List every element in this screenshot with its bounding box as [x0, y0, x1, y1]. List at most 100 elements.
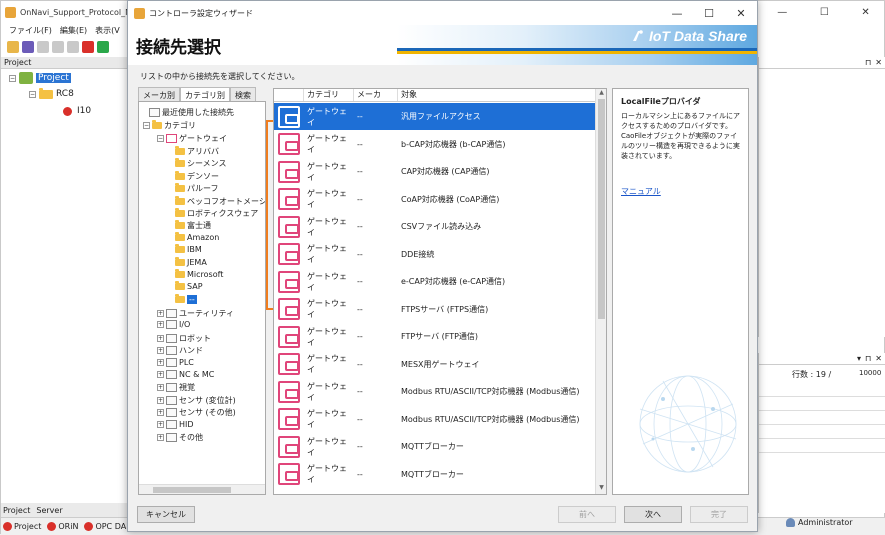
column-category[interactable]: カテゴリ	[304, 89, 354, 101]
open-folder-icon[interactable]	[7, 41, 19, 53]
expand-icon[interactable]: +	[157, 420, 164, 428]
close-icon[interactable]: ✕	[725, 1, 757, 25]
expand-icon[interactable]: +	[157, 321, 164, 329]
expand-icon[interactable]: +	[157, 396, 164, 404]
minimize-icon[interactable]: —	[661, 1, 693, 25]
cell-category: ゲートウェイ	[307, 464, 347, 484]
collapse-icon[interactable]: −	[29, 90, 36, 98]
copy-icon[interactable]	[37, 41, 49, 53]
tree-gateway-maker[interactable]: JEMA	[175, 256, 207, 267]
list-row[interactable]: ゲートウェイ -- MQTTブローカー	[274, 433, 596, 460]
expand-icon[interactable]: +	[157, 358, 164, 366]
maximize-icon[interactable]: ☐	[820, 7, 829, 18]
paste-icon[interactable]	[52, 41, 64, 53]
category-icon	[166, 320, 177, 330]
next-button[interactable]: 次へ	[624, 506, 682, 523]
tree-gateway-maker[interactable]: IBM	[175, 244, 202, 254]
delete-icon[interactable]	[67, 41, 79, 53]
minimize-icon[interactable]: —	[777, 7, 787, 18]
horizontal-scrollbar[interactable]	[139, 484, 265, 494]
list-row[interactable]: ゲートウェイ -- FTPSサーバ (FTPS通信)	[274, 296, 596, 323]
cell-maker: --	[357, 112, 363, 121]
save-icon[interactable]	[22, 41, 34, 53]
menu-view[interactable]: 表示(V	[95, 25, 120, 36]
close-icon[interactable]: ✕	[875, 58, 882, 67]
tree-recent[interactable]: 最近使用した接続先	[149, 107, 234, 118]
column-target[interactable]: 対象	[398, 89, 596, 101]
tab-server[interactable]: Server	[36, 506, 62, 515]
back-button[interactable]: 前へ	[558, 506, 616, 523]
tree-rc8[interactable]: − RC8	[29, 87, 74, 99]
list-row[interactable]: ゲートウェイ -- MQTTブローカー	[274, 461, 596, 488]
menu-edit[interactable]: 編集(E)	[60, 25, 87, 36]
list-row[interactable]: ゲートウェイ -- CoAP対応機器 (CoAP通信)	[274, 186, 596, 213]
tree-category-item[interactable]: + I/O	[157, 320, 190, 330]
tree-i10[interactable]: I10	[63, 106, 91, 116]
project-icon	[19, 72, 33, 84]
tab-project[interactable]: Project	[3, 506, 30, 515]
list-row[interactable]: ゲートウェイ -- DDE接続	[274, 241, 596, 268]
tree-gateway-maker[interactable]: ロボティクスウェア	[175, 208, 258, 219]
expand-icon[interactable]: +	[157, 334, 164, 342]
collapse-icon[interactable]: −	[157, 135, 164, 142]
manual-link[interactable]: マニュアル	[621, 186, 661, 197]
expand-icon[interactable]: +	[157, 384, 164, 392]
scroll-up-icon[interactable]: ▲	[596, 89, 606, 99]
run-icon[interactable]	[97, 41, 109, 53]
maximize-icon[interactable]: ☐	[693, 1, 725, 25]
tree-category-item[interactable]: + NC & MC	[157, 370, 214, 379]
list-row[interactable]: ゲートウェイ -- Modbus RTU/ASCII/TCP対応機器 (Modbus…	[274, 378, 596, 405]
list-row[interactable]: ゲートウェイ -- b-CAP対応機器 (b-CAP通信)	[274, 131, 596, 158]
tree-category-item[interactable]: + その他	[157, 432, 203, 443]
expand-icon[interactable]: +	[157, 347, 164, 355]
tree-category-item[interactable]: + 視覚	[157, 382, 195, 393]
tree-category-item[interactable]: + センサ (変位計)	[157, 395, 236, 406]
scroll-down-icon[interactable]: ▼	[596, 484, 606, 494]
folder-icon	[175, 269, 185, 278]
pin-icon[interactable]: ⊓	[865, 354, 871, 363]
expand-icon[interactable]: +	[157, 409, 164, 417]
expand-icon[interactable]: +	[157, 434, 164, 441]
collapse-icon[interactable]: −	[143, 122, 150, 129]
tree-category-item[interactable]: + ユーティリティ	[157, 308, 234, 319]
tree-gateway-maker[interactable]: Microsoft	[175, 269, 223, 279]
column-maker[interactable]: メーカ	[354, 89, 398, 101]
tree-gateway-maker[interactable]: --	[175, 293, 197, 304]
tree-category-item[interactable]: + PLC	[157, 357, 194, 367]
cell-target: CAP対応機器 (CAP通信)	[401, 167, 490, 176]
list-row[interactable]: ゲートウェイ -- CAP対応機器 (CAP通信)	[274, 158, 596, 185]
expand-icon[interactable]: +	[157, 371, 164, 378]
tree-category-item[interactable]: + ロボット	[157, 333, 211, 344]
vertical-scrollbar[interactable]: ▲ ▼	[595, 89, 606, 494]
pin-icon[interactable]: ⊓	[865, 58, 871, 67]
close-icon[interactable]: ✕	[861, 7, 869, 18]
add-icon[interactable]	[82, 41, 94, 53]
list-row[interactable]: ゲートウェイ -- CSVファイル読み込み	[274, 213, 596, 240]
tree-gateway-maker[interactable]: SAP	[175, 281, 203, 291]
list-row[interactable]: ゲートウェイ -- 汎用ファイルアクセス	[274, 103, 596, 130]
collapse-icon[interactable]: −	[9, 74, 16, 82]
tree-gateway-maker[interactable]: Amazon	[175, 231, 219, 242]
expand-icon[interactable]: +	[157, 310, 164, 317]
tree-gateway-maker[interactable]: デンソー	[175, 170, 219, 182]
list-row[interactable]: ゲートウェイ -- MESX用ゲートウェイ	[274, 351, 596, 378]
list-row[interactable]: ゲートウェイ -- Modbus RTU/ASCII/TCP対応機器 (Modbus…	[274, 406, 596, 433]
cancel-button[interactable]: キャンセル	[137, 506, 195, 523]
tree-project[interactable]: − Project	[9, 72, 71, 84]
tree-category-item[interactable]: + センサ (その他)	[157, 407, 236, 418]
tree-gateway-maker[interactable]: ベッコフオートメーション	[175, 195, 265, 207]
tree-category-item[interactable]: + ハンド	[157, 345, 203, 356]
list-row[interactable]: ゲートウェイ -- e-CAP対応機器 (e-CAP通信)	[274, 268, 596, 295]
list-row[interactable]: ゲートウェイ -- FTPサーバ (FTP通信)	[274, 323, 596, 350]
tree-gateway-maker[interactable]: アリババ	[175, 146, 219, 157]
tree-gateway-maker[interactable]: シーメンス	[175, 158, 227, 169]
menu-file[interactable]: ファイル(F)	[9, 25, 52, 36]
dropdown-icon[interactable]: ▾	[857, 354, 861, 363]
tree-gateway[interactable]: − ゲートウェイ	[157, 133, 227, 144]
finish-button[interactable]: 完了	[690, 506, 748, 523]
tree-gateway-maker[interactable]: 富士通	[175, 220, 211, 231]
close-icon[interactable]: ✕	[875, 354, 882, 363]
tree-category[interactable]: − カテゴリ	[143, 120, 196, 131]
tree-gateway-maker[interactable]: パルーフ	[175, 183, 219, 194]
tree-category-item[interactable]: + HID	[157, 419, 194, 429]
